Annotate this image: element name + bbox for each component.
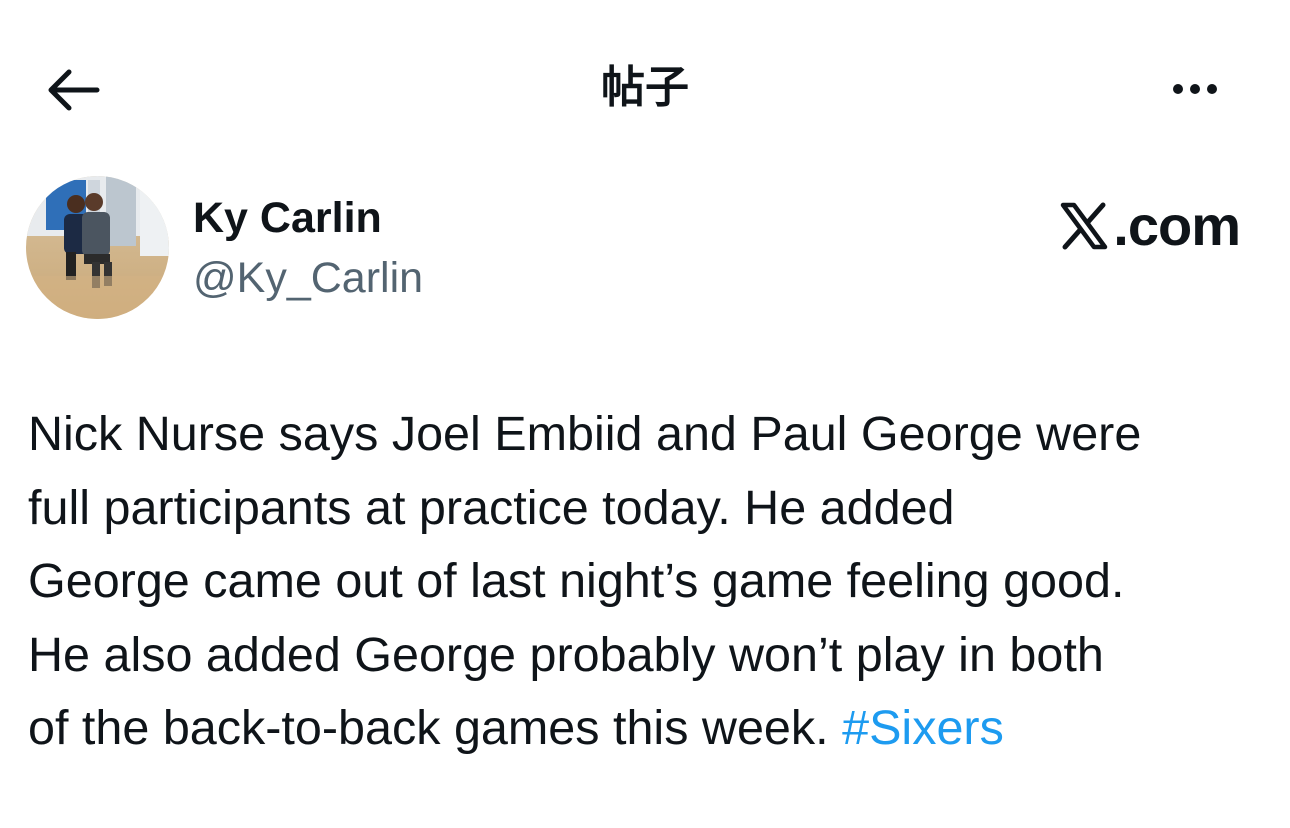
- tweet-line: He also added George probably won’t play…: [28, 627, 1104, 682]
- more-horizontal-icon: [1173, 84, 1183, 94]
- tweet-line: full participants at practice today. He …: [28, 480, 955, 535]
- page-title: 帖子: [601, 62, 689, 113]
- tweet-line: Nick Nurse says Joel Embiid and Paul Geo…: [28, 407, 1142, 461]
- more-dot: [1190, 84, 1200, 94]
- top-bar: 帖子: [0, 0, 1290, 180]
- author-handle[interactable]: @Ky_Carlin: [193, 250, 423, 306]
- tweet-line-text: of the back-to-back games this week.: [28, 701, 843, 755]
- more-options-button[interactable]: [1158, 64, 1232, 114]
- tweet-line-last: of the back-to-back games this week. #Si…: [28, 692, 1268, 766]
- avatar-image: [26, 176, 169, 319]
- source-domain: .com: [1113, 194, 1241, 257]
- tweet-text: Nick Nurse says Joel Embiid and Paul Geo…: [28, 398, 1268, 766]
- source-badge[interactable]: .com: [1059, 194, 1241, 258]
- arrow-left-icon: [48, 69, 100, 111]
- x-logo-icon: [1061, 202, 1108, 250]
- back-button[interactable]: [30, 60, 116, 120]
- tweet-line: George came out of last night’s game fee…: [28, 554, 1125, 608]
- author-name[interactable]: Ky Carlin: [193, 190, 382, 246]
- avatar[interactable]: [26, 176, 169, 319]
- hashtag-link[interactable]: #Sixers: [842, 701, 1004, 755]
- more-dot: [1207, 84, 1217, 94]
- post-page: 帖子 Ky Carlin @Ky_Carlin .com Nick Nurse …: [0, 0, 1290, 828]
